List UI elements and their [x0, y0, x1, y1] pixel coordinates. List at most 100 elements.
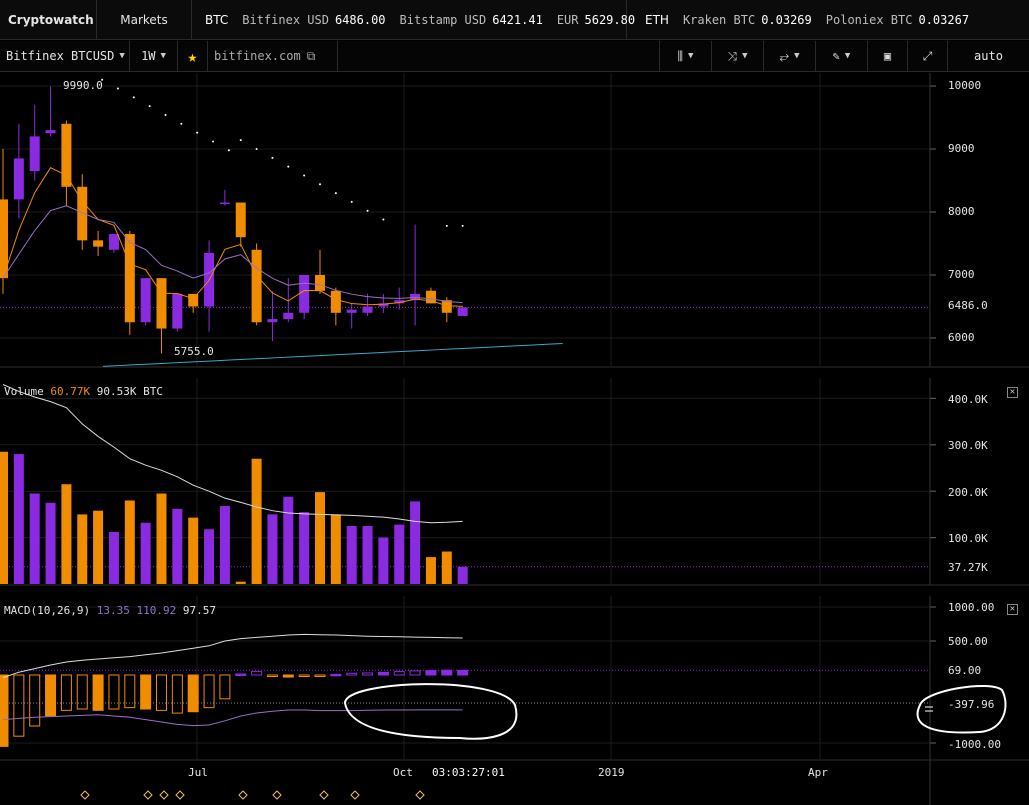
- volume-ma-line: [2, 384, 463, 524]
- annotation-overlay: [80, 683, 1007, 800]
- volume-bar: [378, 537, 389, 584]
- volume-bar: [156, 493, 167, 584]
- macd-histogram-bar: [393, 671, 405, 676]
- volume-axis-tick: 300.0K: [948, 439, 988, 452]
- volume-bar: [267, 514, 278, 584]
- price-axis-tick: 9000: [948, 142, 975, 155]
- macd-series: [0, 633, 469, 747]
- macd-line-last: -397.96: [948, 698, 995, 711]
- candle-body: [251, 249, 262, 323]
- macd-histogram-bar: [156, 674, 167, 711]
- macd-histogram-bar: [282, 674, 294, 678]
- macd-value-3: 97.57: [182, 604, 216, 617]
- candle-body: [219, 202, 230, 205]
- sar-dot: [350, 200, 353, 203]
- sar-dot: [239, 139, 242, 142]
- volume-bar: [283, 496, 294, 584]
- price-low-label: 5755.0: [174, 345, 214, 358]
- close-icon[interactable]: ✕: [1007, 604, 1018, 615]
- volume-bar: [0, 451, 8, 584]
- sar-dot: [255, 148, 258, 150]
- sar-dot: [461, 224, 464, 227]
- volume-axis-tick: 200.0K: [948, 486, 988, 499]
- volume-bar: [140, 522, 151, 584]
- macd-histogram-bar: [203, 674, 215, 709]
- sar-dot: [148, 105, 151, 108]
- sar-dot: [164, 113, 167, 116]
- volume-axis-tick: 100.0K: [948, 532, 988, 545]
- volume-bar: [77, 514, 88, 584]
- event-diamond-icon: [415, 790, 425, 800]
- volume-bar: [410, 501, 421, 584]
- macd-histogram-bar: [108, 674, 120, 710]
- candle-body: [457, 307, 468, 316]
- macd-histogram-bar: [0, 674, 9, 747]
- volume-bar: [457, 566, 468, 584]
- candle-body: [140, 278, 151, 323]
- sar-dot: [445, 224, 448, 227]
- macd-axis-tick: -1000.00: [948, 738, 1001, 751]
- macd-histogram-bar: [314, 674, 326, 677]
- price-axis-tick: 10000: [948, 79, 982, 92]
- price-series: [0, 78, 563, 367]
- sar-dot: [196, 131, 199, 134]
- last-price-label: 6486.0: [948, 299, 988, 312]
- macd-axis-tick: 500.00: [948, 635, 988, 648]
- candle-body: [124, 234, 135, 323]
- macd-histogram-bar: [235, 673, 247, 676]
- volume-bar: [204, 529, 215, 584]
- sar-dot: [116, 87, 119, 90]
- sar-dot: [303, 174, 306, 177]
- price-high-label: 9990.0: [63, 79, 103, 92]
- macd-histogram-bar: [377, 671, 389, 676]
- macd-histogram-bar: [92, 674, 104, 711]
- close-icon[interactable]: ✕: [1007, 387, 1018, 398]
- volume-bar: [251, 458, 262, 584]
- time-axis-label: Jul: [188, 766, 208, 779]
- ema-slow-line: [102, 343, 563, 367]
- volume-bar: [441, 551, 452, 584]
- macd-histogram-bar: [140, 674, 152, 710]
- volume-value-white: 90.53K BTC: [96, 385, 163, 398]
- macd-histogram-bar: [266, 674, 278, 677]
- time-axis-label: 2019: [598, 766, 625, 779]
- macd-histogram-bar: [60, 674, 72, 711]
- candle-body: [346, 309, 357, 313]
- ema-long-line: [2, 205, 463, 304]
- macd-legend: MACD(10,26,9) 13.35 110.92 97.57: [4, 604, 216, 617]
- candle-body: [188, 293, 199, 307]
- event-diamond-icon: [350, 790, 360, 800]
- volume-bar: [394, 524, 405, 584]
- macd-histogram-bar: [171, 674, 183, 714]
- time-cursor-label: 03:03:27:01: [430, 766, 507, 779]
- candle-body: [93, 240, 104, 247]
- candle-body: [362, 306, 373, 313]
- candle-body: [45, 130, 56, 134]
- time-axis-label: Oct: [393, 766, 413, 779]
- candle-body: [330, 290, 341, 313]
- candle-body: [235, 202, 246, 238]
- event-diamond-icon: [80, 790, 90, 800]
- chart-grid: [0, 73, 1029, 805]
- macd-value-1: 13.35: [96, 604, 130, 617]
- sar-dot: [227, 149, 230, 152]
- time-axis-label: Apr: [808, 766, 828, 779]
- macd-histogram-bar: [330, 673, 342, 677]
- macd-histogram-bar: [29, 674, 41, 727]
- chart-canvas[interactable]: [0, 0, 1029, 805]
- macd-axis-tick: 1000.00: [948, 601, 995, 614]
- volume-bar: [13, 454, 24, 584]
- price-axis-tick: 8000: [948, 205, 975, 218]
- macd-histogram-bar: [76, 674, 88, 710]
- sar-dot: [382, 218, 385, 221]
- macd-histogram-bar: [251, 671, 263, 676]
- sar-dot: [366, 209, 369, 212]
- sar-dot: [271, 156, 274, 159]
- volume-bar: [219, 506, 230, 584]
- volume-bar: [45, 502, 56, 584]
- candle-body: [315, 275, 325, 291]
- volume-bar: [172, 508, 183, 584]
- volume-bar: [93, 510, 104, 584]
- macd-title: MACD(10,26,9): [4, 604, 91, 617]
- event-diamond-icon: [175, 790, 185, 800]
